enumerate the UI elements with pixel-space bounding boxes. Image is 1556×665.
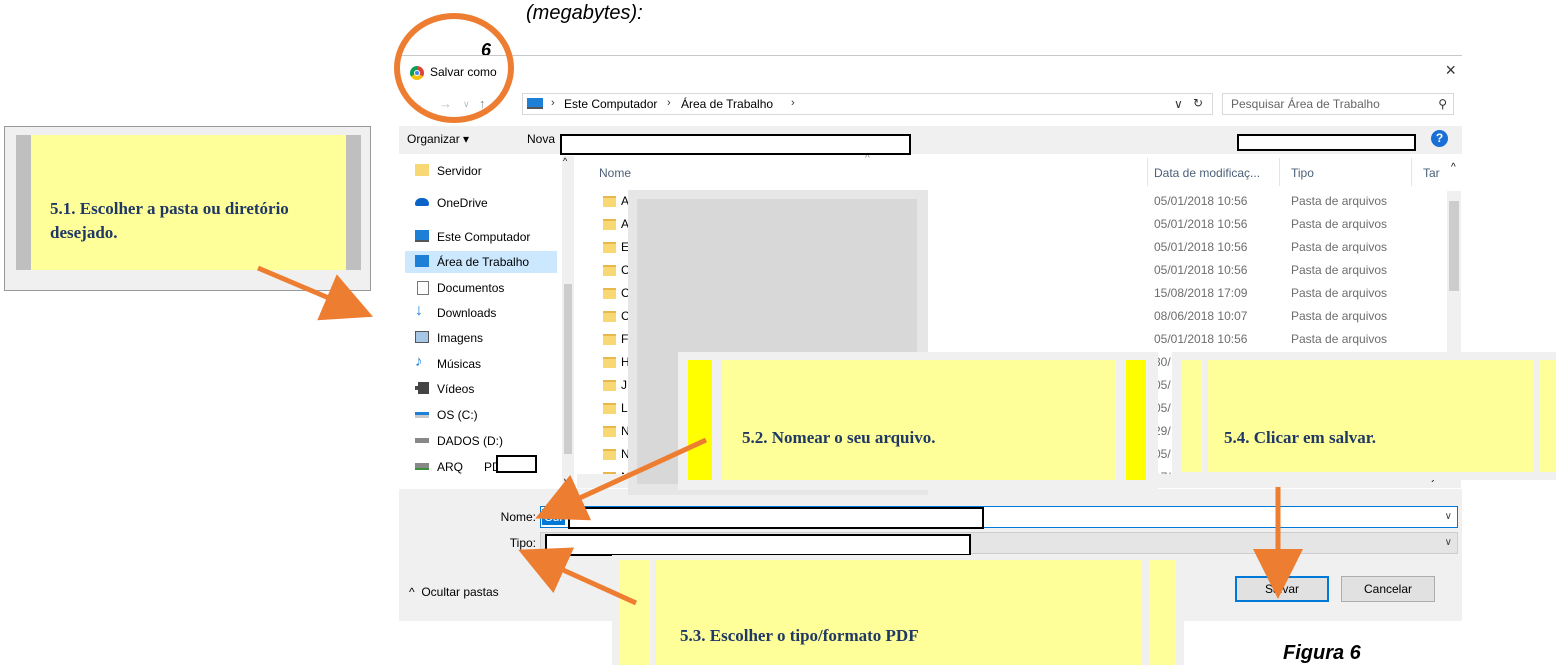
title-bar: Salvar como × [399, 56, 1462, 90]
chevron-down-icon[interactable]: ∨ [1445, 537, 1452, 548]
drive-icon [415, 412, 429, 418]
nav-item-os-c[interactable]: OS (C:) [409, 404, 559, 426]
address-row: ← → ∨ ↑ › Este Computador › Área de Trab… [399, 92, 1462, 118]
callout-choose-type: 5.3. Escolher o tipo/formato PDF [656, 560, 1142, 665]
callout-name-file: 5.2. Nomear o seu arquivo. [722, 360, 1116, 480]
figure-caption: Figura 6 [1283, 642, 1361, 664]
image-icon [415, 331, 429, 343]
breadcrumb-separator-icon: › [551, 97, 555, 109]
network-drive-icon [415, 463, 429, 470]
file-row-date: 05/01/2018 10:56 [1154, 194, 1248, 208]
search-placeholder: Pesquisar Área de Trabalho [1231, 97, 1380, 111]
cancel-button[interactable]: Cancelar [1341, 576, 1435, 602]
nav-item-documentos[interactable]: Documentos [409, 277, 559, 299]
nav-item-videos[interactable]: Vídeos [409, 378, 559, 400]
file-row-date: 15/08/2018 17:09 [1154, 286, 1248, 300]
file-row-type: Pasta de arquivos [1291, 263, 1388, 277]
computer-icon [527, 98, 543, 109]
name-label: Nome: [500, 510, 536, 524]
redaction-box [1237, 134, 1416, 151]
scroll-up-icon[interactable]: ^ [1451, 162, 1456, 173]
callout-click-save: 5.4. Clicar em salvar. [1208, 360, 1534, 472]
refresh-icon[interactable]: ↻ [1193, 96, 1203, 110]
file-row-type: Pasta de arquivos [1291, 194, 1388, 208]
file-row-name[interactable]: L [621, 401, 628, 415]
file-row-date: 08/06/2018 10:07 [1154, 309, 1248, 323]
nav-scroll-thumb[interactable] [564, 284, 572, 454]
nav-item-dados-d[interactable]: DADOS (D:) [409, 430, 559, 452]
navigation-pane: Servidor OneDrive Este Computador Área d… [399, 156, 575, 486]
folder-icon [603, 311, 616, 322]
folder-icon [603, 242, 616, 253]
file-row-date: 05/01/2018 10:56 [1154, 217, 1248, 231]
file-row-date: 05/01/2018 10:56 [1154, 332, 1248, 346]
file-row-name[interactable]: J [621, 378, 627, 392]
breadcrumb-item[interactable]: Área de Trabalho [681, 97, 773, 111]
folder-icon [603, 196, 616, 207]
save-button[interactable]: Salvar [1235, 576, 1329, 602]
column-header-size[interactable]: Tar [1423, 166, 1440, 198]
document-icon [417, 281, 429, 295]
folder-icon [603, 449, 616, 460]
cloud-icon [415, 198, 429, 206]
address-dropdown-icon[interactable]: ∨ [1174, 97, 1183, 111]
list-scroll-thumb[interactable] [1449, 201, 1459, 291]
video-icon [415, 382, 429, 394]
scroll-down-icon[interactable]: ∨ [563, 476, 570, 487]
file-row-type: Pasta de arquivos [1291, 240, 1388, 254]
nav-item-area-de-trabalho[interactable]: Área de Trabalho [405, 251, 557, 273]
address-bar[interactable]: › Este Computador › Área de Trabalho › ∨… [522, 93, 1213, 115]
file-row-type: Pasta de arquivos [1291, 309, 1388, 323]
nav-item-musicas[interactable]: ♪ Músicas [409, 353, 559, 375]
help-icon[interactable]: ? [1431, 130, 1448, 147]
file-row-type: Pasta de arquivos [1291, 332, 1388, 346]
new-folder-button[interactable]: Nova [527, 132, 555, 146]
folder-icon [603, 288, 616, 299]
top-caption: (megabytes): [526, 2, 643, 24]
file-name-selection: Cur [542, 509, 566, 525]
file-row-date: 05/01/2018 10:56 [1154, 263, 1248, 277]
redaction-box [568, 507, 984, 529]
folder-icon [603, 219, 616, 230]
folder-icon [603, 357, 616, 368]
redaction-box [496, 455, 537, 473]
search-input[interactable]: Pesquisar Área de Trabalho ⚲ [1222, 93, 1454, 115]
nav-item-onedrive[interactable]: OneDrive [409, 192, 559, 214]
close-button[interactable]: × [1445, 60, 1456, 81]
folder-icon [603, 403, 616, 414]
file-row-date: 05/01/2018 10:56 [1154, 240, 1248, 254]
nav-item-downloads[interactable]: ↓ Downloads [409, 302, 559, 324]
highlight-circle [394, 13, 514, 123]
redaction-box [560, 134, 911, 155]
organize-menu[interactable]: Organizar ▾ [407, 132, 469, 146]
callout-choose-folder: 5.1. Escolher a pasta ou diretório desej… [50, 199, 289, 242]
breadcrumb-separator-icon: › [791, 97, 795, 109]
folder-icon [415, 164, 429, 176]
search-icon: ⚲ [1438, 97, 1447, 111]
file-row-type: Pasta de arquivos [1291, 217, 1388, 231]
type-label: Tipo: [509, 536, 536, 550]
drive-icon [415, 438, 429, 443]
file-row-type: Pasta de arquivos [1291, 286, 1388, 300]
chevron-up-icon: ^ [409, 585, 422, 599]
hide-folders-toggle[interactable]: ^ Ocultar pastas [409, 585, 499, 599]
folder-icon [603, 265, 616, 276]
folder-icon [603, 334, 616, 345]
scroll-up-icon[interactable]: ^ [563, 156, 567, 166]
download-icon: ↓ [415, 302, 423, 319]
breadcrumb-item[interactable]: Este Computador [564, 97, 657, 111]
breadcrumb-separator-icon: › [667, 97, 671, 109]
nav-item-imagens[interactable]: Imagens [409, 327, 559, 349]
folder-icon [603, 380, 616, 391]
music-icon: ♪ [415, 353, 423, 370]
desktop-icon [415, 255, 429, 267]
nav-item-este-computador[interactable]: Este Computador [409, 226, 559, 248]
nav-item-servidor[interactable]: Servidor [409, 160, 559, 182]
chevron-down-icon[interactable]: ∨ [1445, 511, 1452, 522]
computer-icon [415, 230, 429, 242]
folder-icon [603, 426, 616, 437]
redaction-box [545, 534, 971, 556]
